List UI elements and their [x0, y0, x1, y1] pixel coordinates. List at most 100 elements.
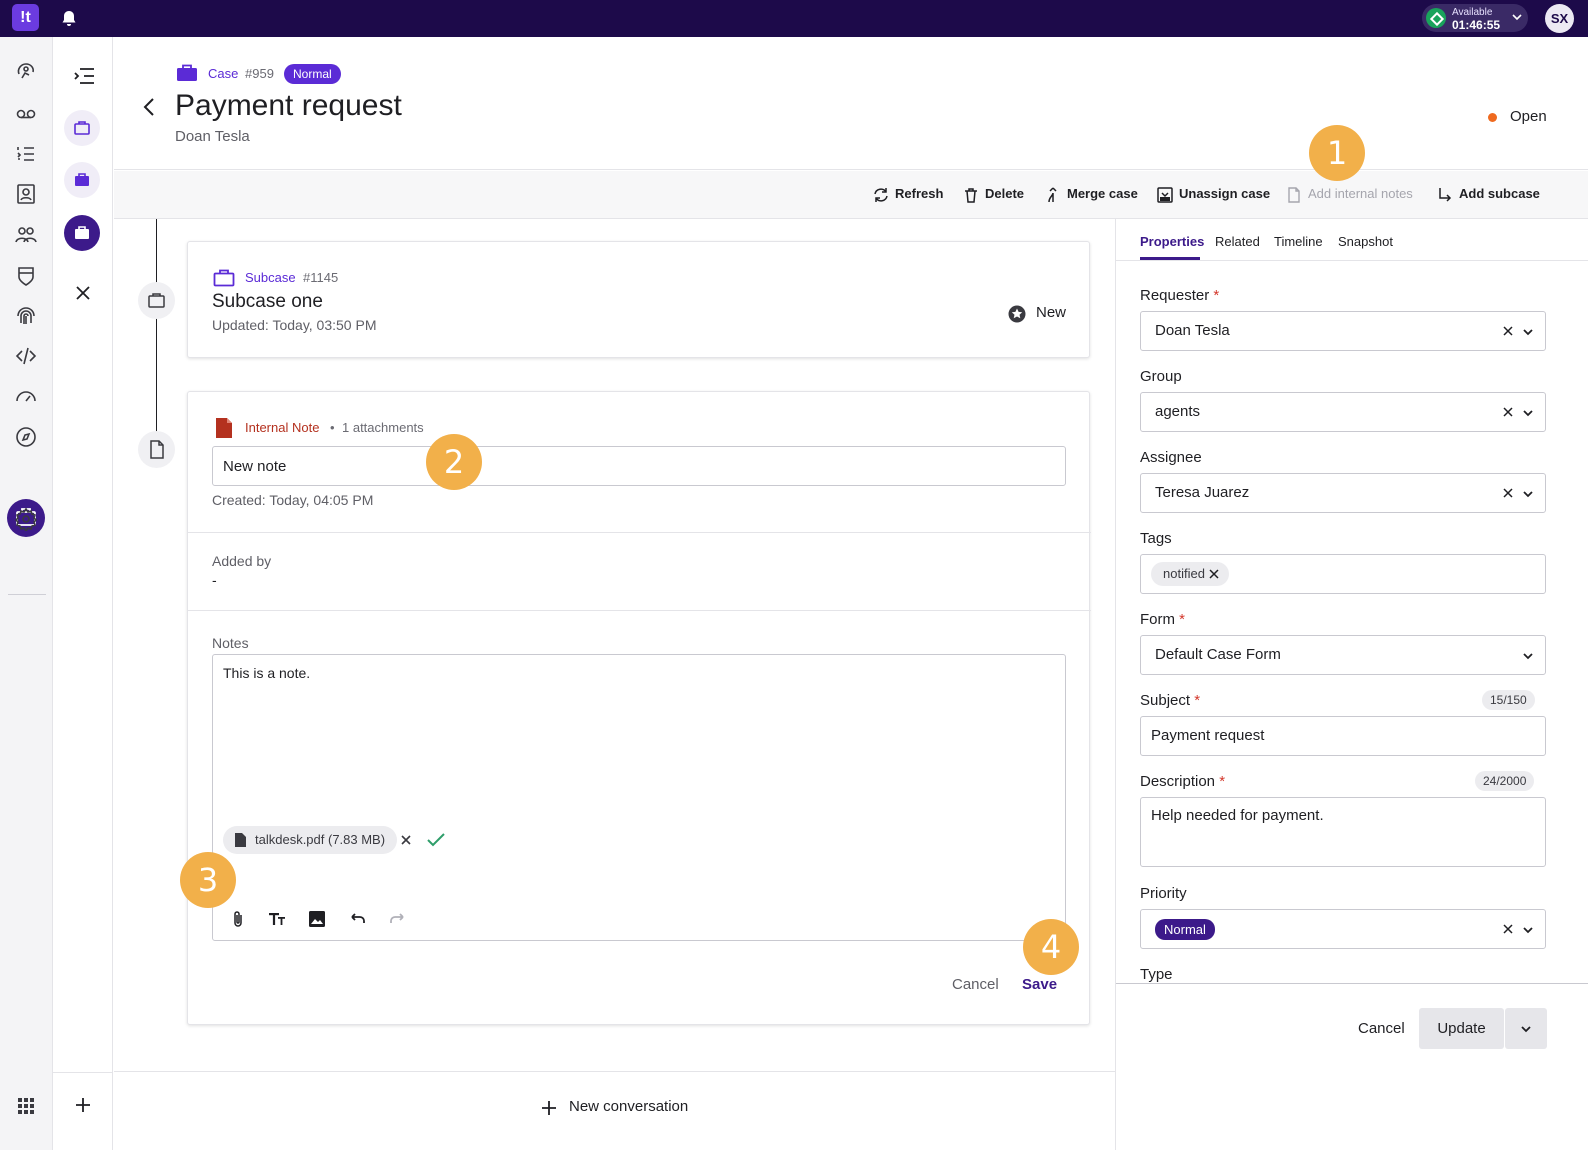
note-cancel-button[interactable]: Cancel: [952, 976, 999, 993]
tab-timeline[interactable]: Timeline: [1274, 234, 1323, 249]
fingerprint-icon[interactable]: [14, 304, 38, 328]
assignee-select[interactable]: Teresa Juarez: [1140, 473, 1546, 513]
tab-related[interactable]: Related: [1215, 234, 1260, 249]
voicemail-icon[interactable]: [14, 102, 38, 126]
form-select[interactable]: Default Case Form: [1140, 635, 1546, 675]
assignee-label: Assignee: [1140, 449, 1202, 466]
redo-icon[interactable]: [389, 910, 407, 928]
refresh-icon[interactable]: [873, 187, 889, 203]
description-value[interactable]: Help needed for payment.: [1151, 807, 1324, 824]
refresh-button[interactable]: Refresh: [895, 186, 943, 204]
subcase-arrow-icon[interactable]: [1437, 187, 1453, 203]
clear-icon[interactable]: [1503, 924, 1513, 934]
note-type-label: Internal Note: [245, 420, 320, 435]
conversations-icon[interactable]: [14, 60, 38, 84]
tab-snapshot[interactable]: Snapshot: [1338, 234, 1393, 249]
properties-cancel-button[interactable]: Cancel: [1358, 1020, 1405, 1037]
chevron-down-icon[interactable]: [1522, 650, 1534, 662]
update-button[interactable]: Update: [1419, 1008, 1504, 1049]
requester-select[interactable]: Doan Tesla: [1140, 311, 1546, 351]
chevron-down-icon[interactable]: [1522, 407, 1534, 419]
open-case-tab-3-active[interactable]: [64, 215, 100, 251]
list-icon[interactable]: [14, 142, 38, 166]
callout-1: 1: [1309, 125, 1365, 181]
contacts-icon[interactable]: [14, 182, 38, 206]
delete-button[interactable]: Delete: [985, 186, 1024, 204]
subject-input[interactable]: Payment request: [1140, 716, 1546, 756]
section-divider: [188, 532, 1091, 533]
new-conversation-bar: New conversation: [114, 1071, 1115, 1150]
case-toolbar: Refresh Delete Merge case Unassign case …: [114, 171, 1588, 219]
note-save-button[interactable]: Save: [1022, 976, 1057, 993]
chevron-down-icon[interactable]: [1522, 924, 1534, 936]
close-icon[interactable]: [76, 286, 90, 300]
tab-properties[interactable]: Properties: [1140, 234, 1204, 249]
column-divider: [53, 1072, 113, 1073]
merge-case-button[interactable]: Merge case: [1067, 186, 1138, 204]
briefcase-icon: [75, 226, 89, 239]
document-icon[interactable]: [1286, 187, 1302, 203]
chevron-down-icon[interactable]: [1522, 326, 1534, 338]
attachment-count: 1 attachments: [342, 420, 424, 435]
timeline-line: [156, 219, 157, 449]
code-icon[interactable]: [14, 344, 38, 368]
text-format-icon[interactable]: [268, 910, 286, 928]
note-document-icon: [215, 417, 233, 439]
merge-icon[interactable]: [1045, 187, 1061, 203]
plus-icon[interactable]: [541, 1100, 557, 1116]
undo-icon[interactable]: [348, 910, 366, 928]
unassign-icon[interactable]: [1157, 187, 1173, 203]
type-label: Type: [1140, 966, 1173, 983]
priority-badge: Normal: [284, 64, 341, 84]
bell-icon[interactable]: [61, 10, 77, 27]
properties-panel: Properties Related Timeline Snapshot Req…: [1115, 219, 1588, 1150]
update-options-button[interactable]: [1505, 1008, 1547, 1049]
agent-status-selector[interactable]: Available 01:46:55: [1422, 4, 1528, 32]
subject-value[interactable]: Payment request: [1151, 727, 1264, 744]
tabs-divider: [1116, 260, 1588, 261]
apps-grid-icon[interactable]: [14, 1094, 38, 1118]
upload-complete-check-icon: [427, 832, 445, 848]
clear-icon[interactable]: [1503, 407, 1513, 417]
compass-icon[interactable]: [14, 425, 38, 449]
plus-icon[interactable]: [75, 1097, 91, 1113]
unassign-case-button[interactable]: Unassign case: [1179, 186, 1270, 204]
new-conversation-button[interactable]: New conversation: [569, 1098, 688, 1115]
add-internal-notes-button[interactable]: Add internal notes: [1308, 186, 1413, 204]
chevron-down-icon[interactable]: [1522, 488, 1534, 500]
tag-chip[interactable]: notified: [1151, 562, 1229, 586]
callout-2: 2: [426, 434, 482, 490]
dashboard-gauge-icon[interactable]: [14, 384, 38, 408]
team-icon[interactable]: [14, 223, 38, 247]
description-char-counter: 24/2000: [1475, 771, 1535, 791]
clear-icon[interactable]: [1503, 488, 1513, 498]
add-subcase-button[interactable]: Add subcase: [1459, 186, 1540, 204]
attachment-chip[interactable]: talkdesk.pdf (7.83 MB): [223, 826, 411, 854]
subcase-title[interactable]: Subcase one: [212, 291, 323, 313]
tags-input[interactable]: notified: [1140, 554, 1546, 594]
subcase-card[interactable]: Subcase #1145 Subcase one Updated: Today…: [187, 241, 1090, 358]
back-arrow-icon[interactable]: [142, 97, 156, 117]
note-title-input[interactable]: [212, 446, 1066, 486]
clear-icon[interactable]: [1503, 326, 1513, 336]
priority-select[interactable]: Normal: [1140, 909, 1546, 949]
paperclip-icon[interactable]: [229, 910, 247, 928]
notes-editor[interactable]: This is a note. talkdesk.pdf (7.83 MB): [212, 654, 1066, 941]
callout-3: 3: [180, 852, 236, 908]
timeline-note-marker: [138, 431, 175, 468]
group-select[interactable]: agents: [1140, 392, 1546, 432]
remove-attachment-icon[interactable]: [401, 835, 411, 845]
app-logo[interactable]: !t: [12, 4, 39, 31]
image-icon[interactable]: [308, 910, 326, 928]
menu-collapse-icon[interactable]: [73, 67, 95, 85]
trash-icon[interactable]: [963, 187, 979, 203]
open-case-tab-2[interactable]: [64, 162, 100, 198]
description-textarea[interactable]: Help needed for payment.: [1140, 797, 1546, 867]
remove-tag-icon[interactable]: [1209, 569, 1219, 579]
open-case-tab-1[interactable]: [64, 110, 100, 146]
shield-icon[interactable]: [14, 264, 38, 288]
notes-text[interactable]: This is a note.: [223, 665, 310, 681]
top-bar: !t Available 01:46:55 SX: [0, 0, 1588, 37]
gear-icon[interactable]: [14, 507, 38, 531]
user-avatar[interactable]: SX: [1545, 4, 1574, 33]
